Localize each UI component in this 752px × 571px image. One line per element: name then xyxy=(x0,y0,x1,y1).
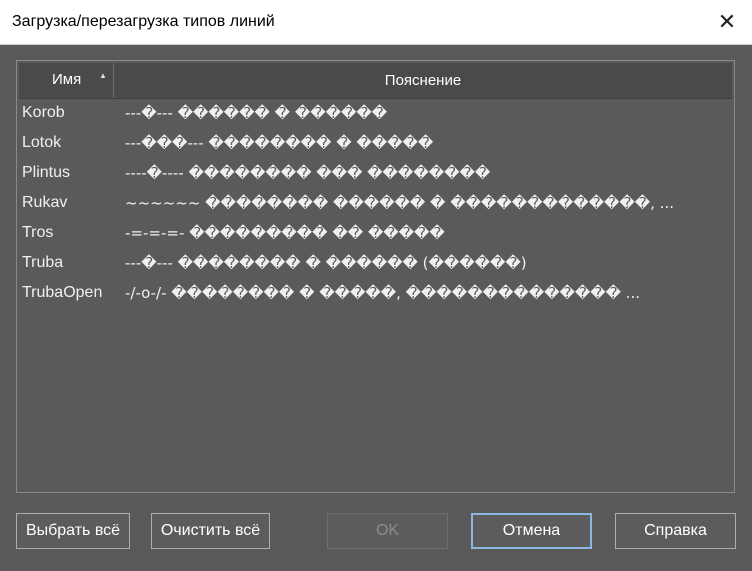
linetype-description: -/-o-/- �������� � �����, ��������������… xyxy=(125,284,641,302)
cancel-button[interactable]: Отмена xyxy=(471,513,592,549)
list-item[interactable]: Lotok ---���--- �������� � ����� xyxy=(17,129,734,159)
title-bar: Загрузка/перезагрузка типов линий ✕ xyxy=(0,0,752,45)
linetype-name: TrubaOpen xyxy=(22,284,103,301)
window-title: Загрузка/перезагрузка типов линий xyxy=(12,13,275,30)
linetype-description: -=-=-=- ��������� �� ����� xyxy=(125,224,445,242)
linetype-name: Truba xyxy=(22,254,64,271)
list-item[interactable]: Tros -=-=-=- ��������� �� ����� xyxy=(17,219,734,249)
list-item[interactable]: Plintus ----�---- �������� ��� �������� xyxy=(17,159,734,189)
linetype-description: ----�---- �������� ��� �������� xyxy=(125,164,491,182)
linetype-name: Plintus xyxy=(22,164,71,181)
list-item[interactable]: Rukav ~~~~~~ �������� ������ � ���������… xyxy=(17,189,734,219)
list-item[interactable]: TrubaOpen -/-o-/- �������� � �����, ����… xyxy=(17,279,734,309)
list-item[interactable]: Korob ---�--- ������ � ������ xyxy=(17,99,734,129)
column-header-name[interactable]: Имя ▲ xyxy=(19,63,114,98)
ok-button[interactable]: OK xyxy=(327,513,448,549)
close-icon[interactable]: ✕ xyxy=(702,0,752,44)
column-header-name-label: Имя xyxy=(52,71,82,88)
clear-all-button[interactable]: Очистить всё xyxy=(151,513,270,549)
help-button[interactable]: Справка xyxy=(615,513,736,549)
list-item[interactable]: Truba ---�--- �������� � ������ (������) xyxy=(17,249,734,279)
list-rows: Korob ---�--- ������ � ������ Lotok ---�… xyxy=(17,99,734,309)
column-header-description[interactable]: Пояснение xyxy=(114,63,732,98)
linetype-name: Lotok xyxy=(22,134,62,151)
linetype-description: ---���--- �������� � ����� xyxy=(125,134,434,152)
linetype-description: ---�--- ������ � ������ xyxy=(125,104,388,122)
dialog-body: Имя ▲ Пояснение Korob ---�--- ������ � �… xyxy=(0,45,752,571)
linetype-description: ~~~~~~ �������� ������ � �������������, … xyxy=(125,194,674,212)
select-all-button[interactable]: Выбрать всё xyxy=(16,513,130,549)
linetype-name: Rukav xyxy=(22,194,68,211)
linetype-description: ---�--- �������� � ������ (������) xyxy=(125,254,527,272)
sort-ascending-icon: ▲ xyxy=(99,71,107,80)
linetype-name: Korob xyxy=(22,104,65,121)
linetype-list[interactable]: Имя ▲ Пояснение Korob ---�--- ������ � �… xyxy=(16,60,735,493)
list-header: Имя ▲ Пояснение xyxy=(19,63,732,99)
linetype-name: Tros xyxy=(22,224,54,241)
